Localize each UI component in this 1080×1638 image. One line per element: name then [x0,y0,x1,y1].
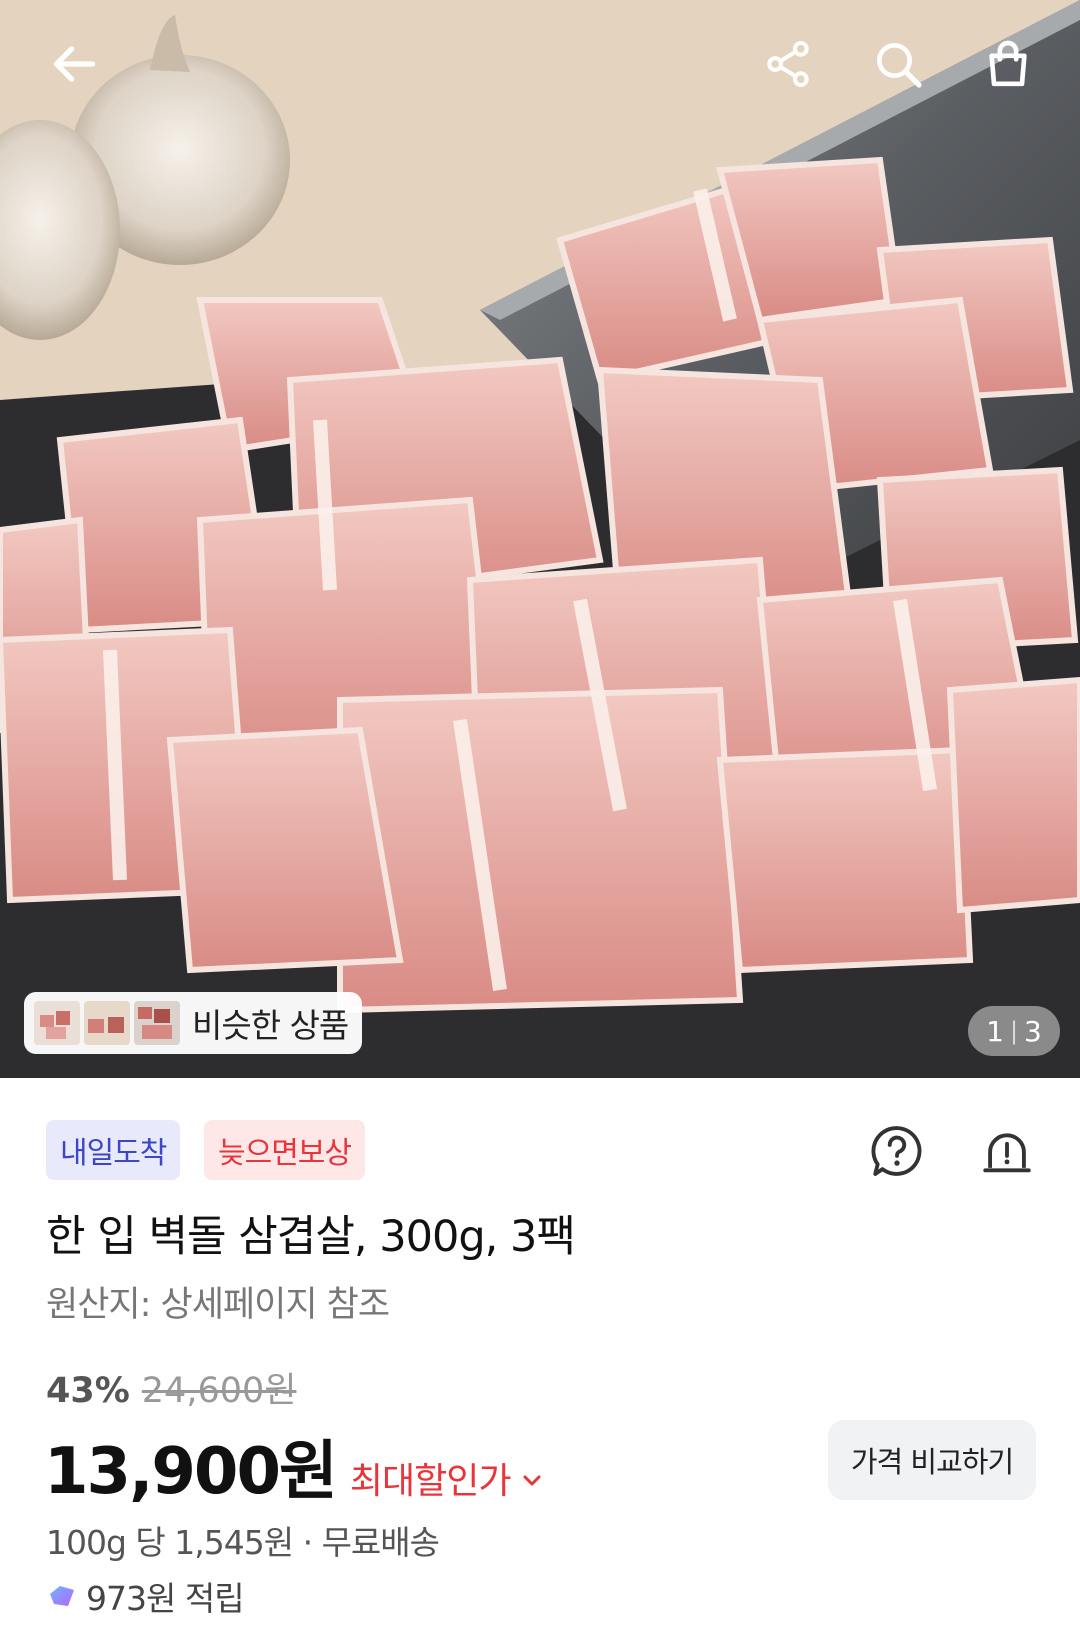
similar-products-label: 비슷한 상품 [192,1006,349,1045]
price-row: 13,900원 최대할인가 [44,1420,544,1512]
report-button[interactable] [974,1118,1040,1184]
original-price: 24,600원 [141,1371,297,1411]
share-icon [767,40,809,88]
similar-product-thumbnail [134,1001,180,1045]
shopping-bag-icon [989,40,1027,87]
max-discount-label: 최대할인가 [349,1461,512,1502]
cart-button[interactable] [972,28,1044,100]
product-image[interactable]: 비슷한 상품 1 | 3 [0,0,1080,1078]
product-title: 한 입 벽돌 삼겹살, 300g, 3팩 [46,1212,576,1262]
similar-product-thumbnail [34,1001,80,1045]
chevron-down-icon [523,1475,541,1486]
max-discount-dropdown[interactable]: 최대할인가 [350,1452,545,1504]
late-compensation-badge: 늦으면보상 [204,1120,365,1180]
share-button[interactable] [752,28,824,100]
reward-points: 973원 적립 [86,1579,245,1618]
search-button[interactable] [862,28,934,100]
product-origin: 원산지: 상세페이지 참조 [46,1285,390,1325]
alert-siren-icon [983,1133,1031,1173]
points-gem-icon [50,1586,74,1606]
similar-product-thumbnail [84,1001,130,1045]
unit-price-shipping: 100g 당 1,545원 · 무료배송 [46,1523,440,1562]
tomorrow-delivery-badge: 내일도착 [46,1120,181,1180]
image-pager: 1 | 3 [968,1006,1060,1056]
back-button[interactable] [38,28,110,100]
price-compare-button[interactable]: 가격 비교하기 [828,1420,1036,1500]
question-bubble-icon [871,1126,922,1176]
reward-points-row: 973원 적립 [46,1572,245,1620]
search-icon [877,43,922,88]
similar-products-button[interactable]: 비슷한 상품 [24,992,362,1054]
product-inquiry-button[interactable] [864,1118,930,1184]
pager-total: 3 [1024,1014,1042,1048]
discount-rate: 43% [46,1371,130,1411]
pager-separator: | [1009,1017,1019,1045]
sale-price: 13,900원 [44,1435,338,1509]
pager-current: 1 [986,1014,1004,1048]
top-navigation-bar [0,0,1080,130]
pork-belly-photo [0,0,1080,1078]
arrow-left-icon [53,46,96,82]
discount-row: 43% 24,600원 [46,1362,296,1413]
